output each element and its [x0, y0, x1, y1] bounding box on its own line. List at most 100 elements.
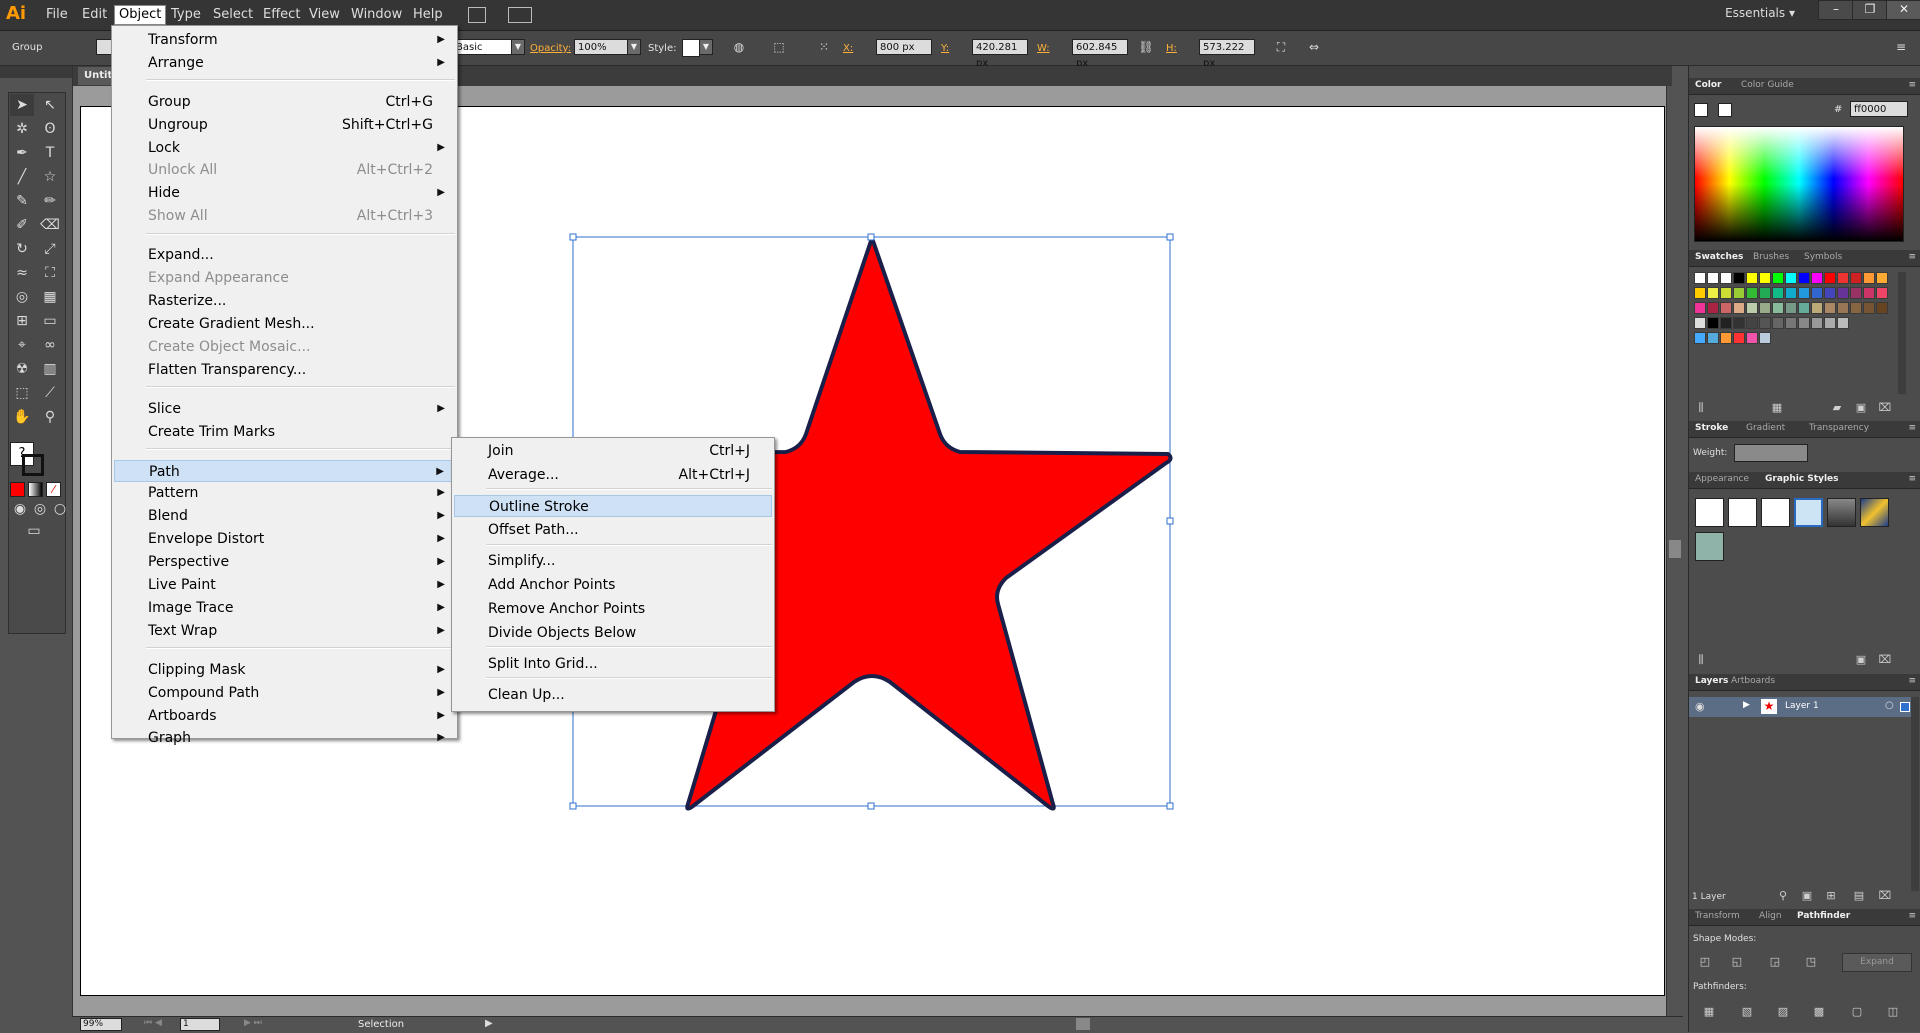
- swatch[interactable]: [1707, 272, 1719, 284]
- swatch[interactable]: [1824, 317, 1836, 329]
- swatch[interactable]: [1850, 287, 1862, 299]
- color-mode-icon[interactable]: [10, 482, 25, 497]
- merge-icon[interactable]: ▨: [1776, 1006, 1790, 1018]
- swatch[interactable]: [1720, 332, 1732, 344]
- style-dropdown[interactable]: ▼: [699, 39, 713, 55]
- swatch[interactable]: [1733, 317, 1745, 329]
- swatch[interactable]: [1707, 302, 1719, 314]
- object-menu-item-group[interactable]: Group Ctrl+G: [114, 91, 455, 113]
- workspace-switcher[interactable]: Essentials ▾: [1725, 6, 1795, 20]
- object-menu-item-perspective[interactable]: Perspective ▶: [114, 551, 455, 573]
- tab-layers[interactable]: Layers: [1695, 676, 1728, 686]
- swatch[interactable]: [1720, 317, 1732, 329]
- width-tool-icon[interactable]: ≈: [10, 262, 34, 284]
- object-menu-item-blend[interactable]: Blend ▶: [114, 505, 455, 527]
- unite-icon[interactable]: ◰: [1698, 956, 1712, 968]
- menu-select[interactable]: Select: [209, 6, 257, 24]
- swatch[interactable]: [1720, 272, 1732, 284]
- constrain-proportions-icon[interactable]: ⛓: [1137, 39, 1155, 55]
- delete-graphic-style-icon[interactable]: ⌧: [1878, 654, 1892, 666]
- tab-gradient[interactable]: Gradient: [1746, 423, 1785, 433]
- object-menu-item-arrange[interactable]: Arrange ▶: [114, 52, 455, 74]
- path-menu-item-simplify[interactable]: Simplify...: [454, 550, 772, 572]
- transform-icon[interactable]: ⛶: [1272, 39, 1290, 55]
- swatch[interactable]: [1837, 302, 1849, 314]
- graphic-style-4[interactable]: [1794, 498, 1823, 527]
- current-tool-status[interactable]: Selection: [358, 1019, 404, 1030]
- menu-edit[interactable]: Edit: [78, 6, 111, 24]
- swatch[interactable]: [1772, 317, 1784, 329]
- tab-transform[interactable]: Transform: [1695, 911, 1740, 921]
- tab-align[interactable]: Align: [1759, 911, 1782, 921]
- swatch[interactable]: [1694, 317, 1706, 329]
- swatch[interactable]: [1785, 302, 1797, 314]
- perspective-grid-tool-icon[interactable]: ▦: [38, 286, 62, 308]
- graphic-style-6[interactable]: [1860, 498, 1889, 527]
- delete-layer-icon[interactable]: ⌧: [1878, 890, 1892, 902]
- swatch[interactable]: [1837, 287, 1849, 299]
- swatch[interactable]: [1733, 287, 1745, 299]
- graphic-style-swatch[interactable]: [682, 39, 700, 57]
- menu-window[interactable]: Window: [347, 6, 406, 24]
- object-menu-item-text-wrap[interactable]: Text Wrap ▶: [114, 620, 455, 642]
- swatch[interactable]: [1811, 272, 1823, 284]
- path-menu-item-add-anchor-points[interactable]: Add Anchor Points: [454, 574, 772, 596]
- y-label[interactable]: Y:: [941, 43, 949, 54]
- swatch[interactable]: [1694, 332, 1706, 344]
- tab-pathfinder[interactable]: Pathfinder: [1797, 911, 1850, 921]
- object-menu-item-rasterize[interactable]: Rasterize...: [114, 290, 455, 312]
- swatch[interactable]: [1759, 302, 1771, 314]
- object-menu-item-unlock-all[interactable]: Unlock All Alt+Ctrl+2: [114, 159, 455, 181]
- divide-icon[interactable]: ▦: [1702, 1006, 1716, 1018]
- graphic-styles-menu-icon[interactable]: ≡: [1908, 474, 1916, 484]
- outline-icon[interactable]: ▢: [1850, 1006, 1864, 1018]
- y-input[interactable]: 420.281 px: [972, 39, 1028, 69]
- menu-file[interactable]: File: [42, 6, 72, 24]
- swatch[interactable]: [1694, 302, 1706, 314]
- object-menu-item-create-object-mosaic[interactable]: Create Object Mosaic...: [114, 336, 455, 358]
- swatch[interactable]: [1733, 332, 1745, 344]
- object-menu-item-path[interactable]: Path ▶: [114, 459, 455, 482]
- path-menu-item-join[interactable]: Join Ctrl+J: [454, 440, 772, 462]
- path-menu-item-average[interactable]: Average... Alt+Ctrl+J: [454, 464, 772, 486]
- swatch[interactable]: [1746, 287, 1758, 299]
- make-clipping-mask-icon[interactable]: ▣: [1800, 890, 1814, 902]
- none-mode-icon[interactable]: ⁄: [46, 482, 61, 497]
- object-menu-item-ungroup[interactable]: Ungroup Shift+Ctrl+G: [114, 114, 455, 136]
- x-input[interactable]: 800 px: [876, 39, 932, 55]
- stroke-profile-dropdown[interactable]: ▼: [511, 39, 525, 55]
- object-menu-item-create-trim-marks[interactable]: Create Trim Marks: [114, 421, 455, 443]
- slice-tool-icon[interactable]: ⟋: [38, 382, 62, 404]
- swatches-panel-menu-icon[interactable]: ≡: [1908, 252, 1916, 262]
- swatches-scrollbar[interactable]: [1898, 272, 1906, 394]
- layers-scrollbar[interactable]: [1911, 697, 1919, 891]
- object-menu-item-create-gradient-mesh[interactable]: Create Gradient Mesh...: [114, 313, 455, 335]
- path-menu-item-split-into-grid[interactable]: Split Into Grid...: [454, 653, 772, 675]
- menu-view[interactable]: View: [305, 6, 344, 24]
- new-sublayer-icon[interactable]: ⊞: [1824, 890, 1838, 902]
- swatch[interactable]: [1798, 287, 1810, 299]
- pen-tool-icon[interactable]: ✒: [10, 142, 34, 164]
- swatch[interactable]: [1876, 272, 1888, 284]
- minus-back-icon[interactable]: ◫: [1886, 1006, 1900, 1018]
- tab-transparency[interactable]: Transparency: [1809, 423, 1869, 433]
- paintbrush-tool-icon[interactable]: ✎: [10, 190, 34, 212]
- arrange-documents-icon[interactable]: [508, 7, 532, 23]
- swatch[interactable]: [1785, 287, 1797, 299]
- object-menu-item-artboards[interactable]: Artboards ▶: [114, 705, 455, 727]
- pathfinder-panel-menu-icon[interactable]: ≡: [1908, 911, 1916, 921]
- color-spectrum[interactable]: [1694, 126, 1904, 242]
- object-menu-item-live-paint[interactable]: Live Paint ▶: [114, 574, 455, 596]
- object-menu-item-lock[interactable]: Lock ▶: [114, 137, 455, 159]
- close-button[interactable]: ✕: [1886, 0, 1920, 20]
- symbol-sprayer-tool-icon[interactable]: ☢: [10, 358, 34, 380]
- swatch[interactable]: [1824, 287, 1836, 299]
- graphic-style-default[interactable]: [1695, 498, 1724, 527]
- swatch[interactable]: [1850, 272, 1862, 284]
- swatch[interactable]: [1824, 302, 1836, 314]
- visibility-eye-icon[interactable]: ◉: [1695, 700, 1705, 713]
- swatch[interactable]: [1720, 302, 1732, 314]
- graphic-style-7[interactable]: [1695, 532, 1724, 561]
- swatch[interactable]: [1798, 272, 1810, 284]
- first-artboard-icon[interactable]: ⏮ ◀: [144, 1018, 162, 1028]
